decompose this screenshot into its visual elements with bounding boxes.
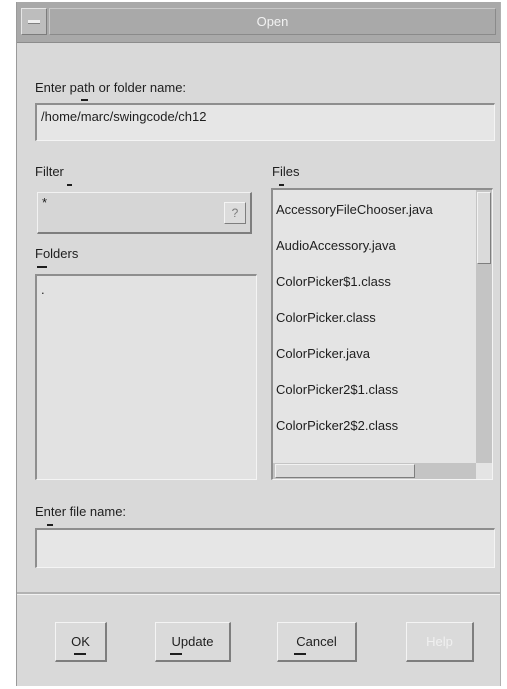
cancel-mnemonic-mark: [294, 653, 306, 655]
filename-label: Enter file name:: [35, 504, 127, 519]
file-item[interactable]: AccessoryFileChooser.java: [276, 192, 474, 228]
file-item[interactable]: AudioAccessory.java: [276, 228, 474, 264]
filter-label: Filter: [35, 164, 64, 179]
ok-mnemonic-mark: [74, 653, 86, 655]
files-vertical-scroll-thumb[interactable]: [477, 192, 491, 264]
filter-value: *: [42, 195, 48, 210]
folder-item[interactable]: .: [41, 282, 45, 297]
files-vertical-scrollbar[interactable]: [476, 190, 492, 463]
window-menu-icon[interactable]: [21, 8, 47, 35]
ok-button[interactable]: OK: [55, 622, 107, 662]
open-dialog: Open Enter path or folder name: /home/ma…: [16, 2, 501, 686]
path-mnemonic-mark: [81, 99, 88, 101]
path-input[interactable]: /home/marc/swingcode/ch12: [35, 103, 495, 141]
filter-button-icon[interactable]: ?: [224, 202, 246, 224]
filter-mnemonic-mark: [67, 184, 72, 186]
cancel-button[interactable]: Cancel: [277, 622, 357, 662]
file-item[interactable]: ColorPicker2$2.class: [276, 408, 474, 444]
folders-mnemonic-mark: [37, 266, 47, 268]
folders-list[interactable]: .: [35, 274, 257, 480]
cancel-button-label: Cancel: [296, 634, 337, 649]
path-label: Enter path or folder name:: [35, 80, 187, 95]
help-button[interactable]: Help: [406, 622, 474, 662]
file-item[interactable]: ColorPicker2$1.class: [276, 372, 474, 408]
title-bar[interactable]: Open: [17, 2, 500, 43]
update-mnemonic-mark: [170, 653, 182, 655]
title-cell[interactable]: Open: [49, 8, 496, 35]
window-title: Open: [256, 14, 289, 29]
file-item[interactable]: ColorPicker.java: [276, 336, 474, 372]
file-item[interactable]: ColorPicker$1.class: [276, 264, 474, 300]
folders-label: Folders: [35, 246, 79, 261]
files-list[interactable]: AccessoryFileChooser.java AudioAccessory…: [271, 188, 493, 480]
files-label: Files: [272, 164, 300, 179]
help-button-label: Help: [426, 634, 453, 649]
filter-combo[interactable]: * ?: [37, 192, 252, 234]
files-mnemonic-mark: [279, 184, 284, 186]
path-value: /home/marc/swingcode/ch12: [41, 109, 207, 124]
filename-mnemonic-mark: [47, 524, 53, 526]
filename-input[interactable]: [35, 528, 495, 568]
update-button-label: Update: [171, 634, 214, 649]
update-button[interactable]: Update: [155, 622, 231, 662]
button-separator: [17, 592, 500, 595]
files-horizontal-scrollbar[interactable]: [273, 463, 476, 479]
window-menu-bar-glyph: [28, 20, 40, 24]
file-item[interactable]: ColorPicker.class: [276, 300, 474, 336]
ok-button-label: OK: [71, 634, 90, 649]
files-horizontal-scroll-thumb[interactable]: [275, 464, 415, 478]
